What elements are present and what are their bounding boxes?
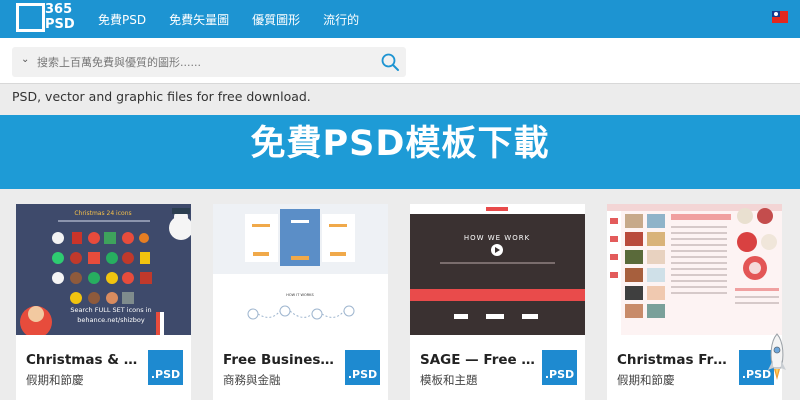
card-category[interactable]: 假期和節慶	[617, 372, 675, 388]
card-thumbnail[interactable]: HOW WE WORK	[410, 204, 585, 335]
rocket-icon[interactable]	[764, 332, 790, 384]
psd-badge: .PSD	[148, 350, 183, 385]
thumb-section-title: HOW IT WORKS	[286, 293, 314, 297]
chevron-down-icon[interactable]: ⌄	[21, 54, 29, 65]
top-bar: 365 PSD 免費PSD 免費矢量圖 優質圖形 流行的	[0, 0, 800, 38]
thumb-heading: HOW WE WORK	[464, 234, 530, 242]
search-input[interactable]	[37, 51, 377, 73]
card-title[interactable]: SAGE — Free …	[420, 352, 538, 368]
nav-premium-graphics[interactable]: 優質圖形	[252, 11, 300, 28]
thumb-heading: Christmas 24 icons	[74, 210, 131, 217]
psd-badge: .PSD	[542, 350, 577, 385]
logo-number: 365	[45, 2, 73, 17]
psd-badge: .PSD	[345, 350, 380, 385]
card-title[interactable]: Free Business …	[223, 352, 341, 368]
logo-text: PSD	[45, 17, 75, 32]
card-sage[interactable]: HOW WE WORK SAGE — Free … 模板和主題 .PSD	[410, 204, 585, 400]
card-christmas-free[interactable]: Christmas Fre… 假期和節慶 .PSD	[607, 204, 782, 400]
card-title[interactable]: Christmas Fre…	[617, 352, 735, 368]
main-nav: 免費PSD 免費矢量圖 優質圖形 流行的	[98, 0, 382, 38]
search-bar-row: ⌄	[0, 38, 800, 84]
nav-popular[interactable]: 流行的	[323, 11, 359, 28]
card-category[interactable]: 模板和主題	[420, 372, 478, 388]
taiwan-flag-icon[interactable]	[772, 11, 788, 23]
thumb-cta-line1: Search FULL SET icons in	[70, 306, 151, 314]
card-free-business[interactable]: HOW IT WORKS Free Business … 商務與金融 .PSD	[213, 204, 388, 400]
card-thumbnail[interactable]	[607, 204, 782, 335]
search-box: ⌄	[12, 47, 406, 77]
card-thumbnail[interactable]: HOW IT WORKS	[213, 204, 388, 335]
search-icon[interactable]	[380, 52, 400, 72]
hero-title: 免費PSD模板下載	[250, 124, 550, 164]
hero-banner: 免費PSD模板下載	[0, 115, 800, 189]
nav-free-vectors[interactable]: 免費矢量圖	[169, 11, 229, 28]
thumb-cta-line2: behance.net/shizboy	[77, 316, 145, 324]
card-category[interactable]: 商務與金融	[223, 372, 281, 388]
logo-square	[16, 3, 45, 32]
nav-free-psd[interactable]: 免費PSD	[98, 11, 146, 28]
tagline: PSD, vector and graphic files for free d…	[12, 89, 311, 104]
card-thumbnail[interactable]: Christmas 24 icons Search FULL SET icons…	[16, 204, 191, 335]
card-christmas-icons[interactable]: Christmas 24 icons Search FULL SET icons…	[16, 204, 191, 400]
site-logo[interactable]: 365 PSD	[16, 2, 75, 34]
card-title[interactable]: Christmas & N…	[26, 352, 144, 368]
card-category[interactable]: 假期和節慶	[26, 372, 84, 388]
